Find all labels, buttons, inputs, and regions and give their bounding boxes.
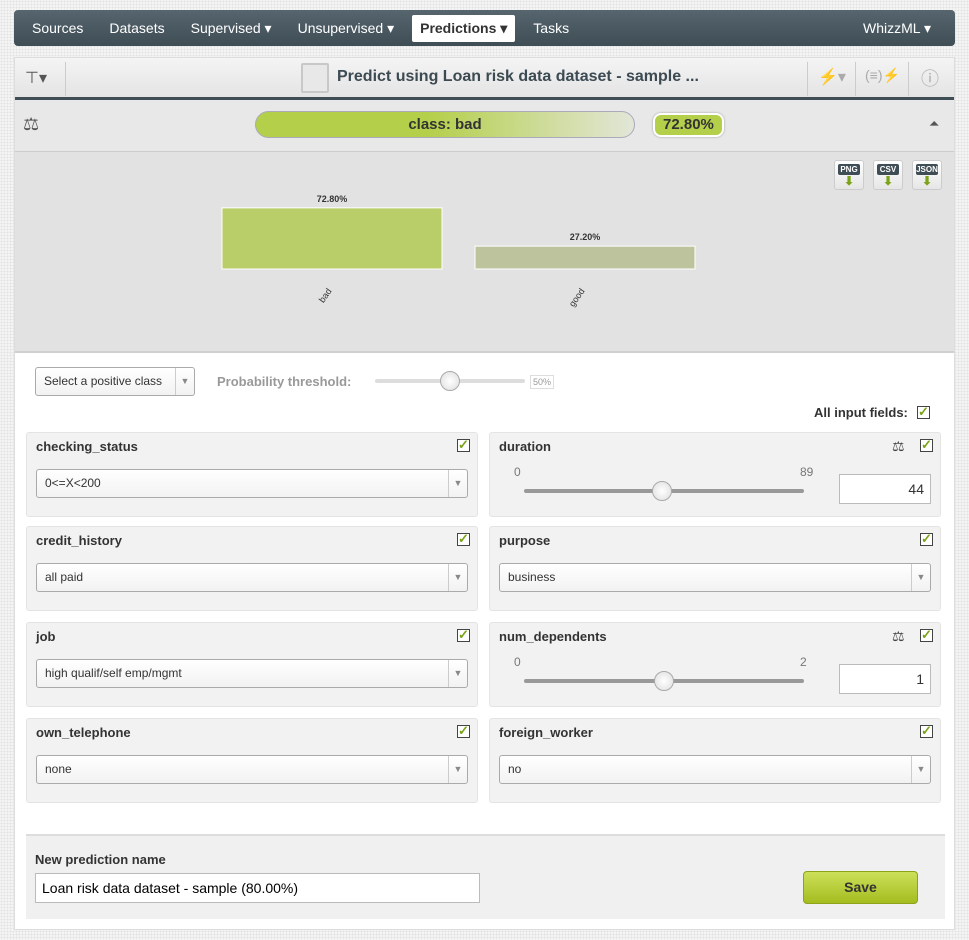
category-label: good — [567, 286, 587, 308]
field-num_dependents: num_dependents ✓ ⚖ 0 2 1 — [489, 622, 941, 707]
scales-icon: ⚖ — [23, 114, 40, 134]
field-enabled-checkbox[interactable]: ✓ — [920, 438, 933, 452]
scales-icon[interactable]: ⚖ — [892, 628, 905, 645]
prediction-name-input[interactable] — [35, 873, 480, 903]
field-enabled-checkbox[interactable]: ✓ — [457, 532, 470, 546]
nav-predictions[interactable]: Predictions ▾ — [412, 14, 516, 42]
nav-tasks[interactable]: Tasks — [525, 15, 577, 41]
dropdown-arrow-icon: ▼ — [911, 756, 930, 783]
field-label: own_telephone — [36, 725, 131, 740]
probability-chart: PNG ⬇ CSV ⬇ JSON ⬇ 72.80% bad 27.20% good — [15, 152, 954, 353]
field-duration: duration ✓ ⚖ 0 89 44 — [489, 432, 941, 517]
prediction-class-bar: class: bad — [255, 111, 635, 138]
panel-header: ⊤▾ Predict using Loan risk data dataset … — [15, 58, 954, 100]
range-min: 0 — [514, 465, 521, 479]
new-prediction-name-label: New prediction name — [35, 852, 166, 867]
field-foreign_worker: foreign_worker ✓ no ▼ — [489, 718, 941, 803]
page-title: Predict using Loan risk data dataset - s… — [337, 68, 699, 85]
bar-value-label: 27.20% — [570, 232, 601, 242]
dropdown-arrow-icon: ▼ — [448, 564, 467, 591]
prediction-confidence: 72.80% — [653, 113, 724, 137]
range-min: 0 — [514, 655, 521, 669]
dropdown-arrow-icon: ▼ — [448, 756, 467, 783]
nav-supervised[interactable]: Supervised ▾ — [183, 15, 280, 42]
field-number-input[interactable]: 1 — [839, 664, 931, 694]
bar-chart: 72.80% bad 27.20% good — [221, 194, 696, 309]
field-select[interactable]: no ▼ — [499, 755, 931, 784]
nav-sources[interactable]: Sources — [24, 15, 91, 41]
save-button[interactable]: Save — [803, 871, 918, 904]
all-fields-checkbox[interactable]: ✓ — [917, 405, 930, 419]
info-icon[interactable]: ⓘ — [921, 65, 939, 91]
prediction-form-icon — [301, 63, 329, 93]
batch-predict-icon[interactable]: ⚡▾ — [818, 67, 846, 87]
field-slider-handle[interactable] — [654, 671, 674, 691]
field-select[interactable]: none ▼ — [36, 755, 468, 784]
field-purpose: purpose ✓ business ▼ — [489, 526, 941, 611]
field-label: duration — [499, 439, 551, 454]
bar-good — [474, 245, 696, 270]
top-nav: Sources Datasets Supervised ▾ Unsupervis… — [14, 10, 955, 46]
all-fields-label: All input fields: — [814, 405, 908, 420]
threshold-label: Probability threshold: — [217, 374, 352, 389]
field-label: num_dependents — [499, 629, 607, 644]
script-predict-icon[interactable]: (≡)⚡ — [865, 67, 900, 84]
field-enabled-checkbox[interactable]: ✓ — [920, 532, 933, 546]
field-select[interactable]: business ▼ — [499, 563, 931, 592]
field-slider-handle[interactable] — [652, 481, 673, 501]
field-enabled-checkbox[interactable]: ✓ — [920, 628, 933, 642]
range-max: 89 — [800, 465, 814, 479]
field-label: job — [36, 629, 56, 644]
field-select[interactable]: all paid ▼ — [36, 563, 468, 592]
save-section: New prediction name Save — [26, 834, 945, 919]
field-own_telephone: own_telephone ✓ none ▼ — [26, 718, 478, 803]
bar-value-label: 72.80% — [317, 194, 348, 204]
threshold-slider-handle[interactable] — [440, 371, 460, 391]
nav-whizzml[interactable]: WhizzML ▾ — [855, 15, 939, 42]
field-label: checking_status — [36, 439, 138, 454]
positive-class-select[interactable]: Select a positive class ▼ — [35, 367, 195, 396]
dropdown-arrow-icon: ▼ — [448, 470, 467, 497]
field-job: job ✓ high qualif/self emp/mgmt ▼ — [26, 622, 478, 707]
dropdown-arrow-icon: ▼ — [175, 368, 194, 395]
field-label: purpose — [499, 533, 551, 548]
field-number-input[interactable]: 44 — [839, 474, 931, 504]
category-label: bad — [317, 286, 334, 304]
prediction-result-row: ⚖ class: bad 72.80% ⏶ — [15, 100, 954, 152]
scales-icon[interactable]: ⚖ — [892, 438, 905, 455]
field-enabled-checkbox[interactable]: ✓ — [920, 724, 933, 738]
bar-bad — [221, 207, 443, 270]
nav-datasets[interactable]: Datasets — [101, 15, 172, 41]
nav-unsupervised[interactable]: Unsupervised ▾ — [290, 15, 403, 42]
dropdown-arrow-icon: ▼ — [448, 660, 467, 687]
field-select[interactable]: high qualif/self emp/mgmt ▼ — [36, 659, 468, 688]
field-credit_history: credit_history ✓ all paid ▼ — [26, 526, 478, 611]
field-checking_status: checking_status ✓ 0<=X<200 ▼ — [26, 432, 478, 517]
controls: Select a positive class ▼ Probability thr… — [15, 353, 954, 433]
field-label: credit_history — [36, 533, 122, 548]
dropdown-arrow-icon: ▼ — [911, 564, 930, 591]
field-enabled-checkbox[interactable]: ✓ — [457, 724, 470, 738]
field-select[interactable]: 0<=X<200 ▼ — [36, 469, 468, 498]
field-enabled-checkbox[interactable]: ✓ — [457, 438, 470, 452]
threshold-value: 50% — [530, 375, 555, 389]
field-label: foreign_worker — [499, 725, 593, 740]
prediction-panel: ⊤▾ Predict using Loan risk data dataset … — [14, 57, 955, 930]
range-max: 2 — [800, 655, 807, 669]
field-enabled-checkbox[interactable]: ✓ — [457, 628, 470, 642]
collapse-icon[interactable]: ⏶ — [929, 116, 939, 132]
model-tree-icon[interactable]: ⊤▾ — [25, 68, 47, 88]
